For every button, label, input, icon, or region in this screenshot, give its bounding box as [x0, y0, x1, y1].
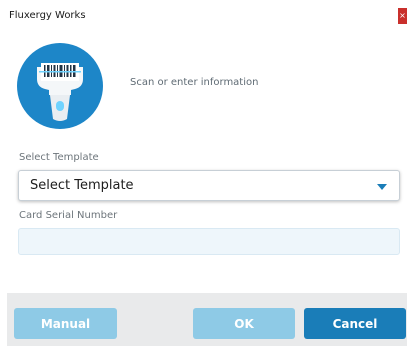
scan-instruction: Scan or enter information	[130, 77, 259, 88]
button-bar: Manual OK Cancel	[7, 293, 407, 346]
template-label: Select Template	[19, 152, 99, 163]
chevron-down-icon	[377, 184, 387, 190]
cancel-button[interactable]: Cancel	[304, 308, 406, 339]
manual-button[interactable]: Manual	[14, 308, 117, 339]
template-select[interactable]: Select Template	[18, 170, 400, 201]
title-bar: Fluxergy Works ×	[0, 0, 407, 30]
barcode-scanner-icon	[17, 43, 103, 129]
template-selected-value: Select Template	[30, 178, 134, 193]
close-icon: ×	[399, 11, 406, 20]
close-button[interactable]: ×	[398, 8, 407, 24]
ok-button[interactable]: OK	[193, 308, 295, 339]
window-title: Fluxergy Works	[9, 10, 86, 21]
serial-label: Card Serial Number	[19, 210, 118, 221]
serial-number-input[interactable]	[18, 228, 400, 255]
